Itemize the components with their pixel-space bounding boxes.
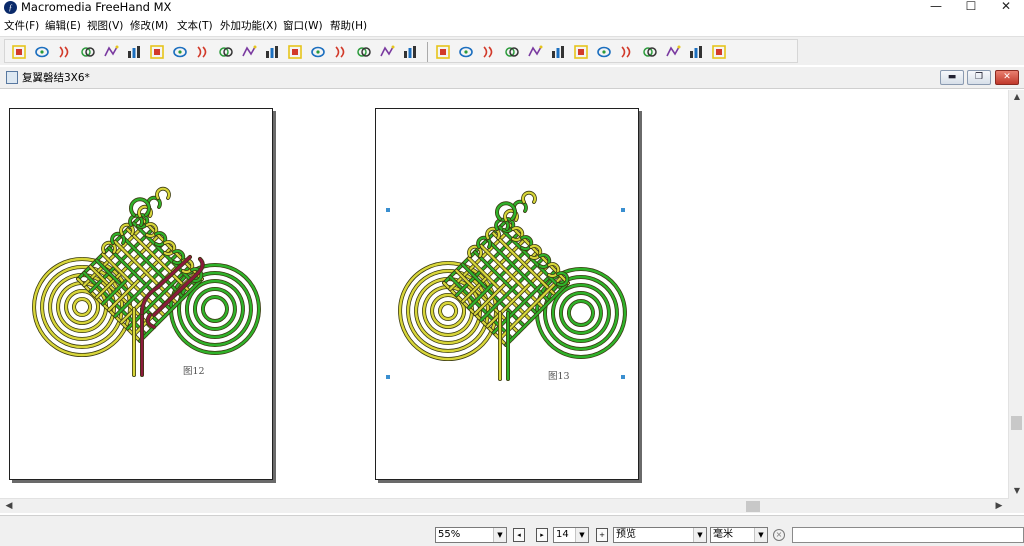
menu-view[interactable]: 视图(V) [87,20,123,32]
doc-close-button[interactable]: ✕ [995,70,1019,85]
page-fig13[interactable]: 图13 [375,108,639,480]
blend-icon[interactable] [57,44,73,60]
units-value: 毫米 [713,529,733,540]
table-icon[interactable] [356,44,372,60]
menu-bar: 文件(F) 编辑(E) 视图(V) 修改(M) 文本(T) 外加功能(X) 窗口… [0,16,1024,36]
view-mode-select[interactable]: 预览 ▼ [613,527,707,543]
square-frame-icon[interactable] [34,44,50,60]
document-title-bar: 复翼磬结3X6* ▬ ❐ ✕ [0,67,1024,89]
selection-handle-br[interactable] [621,375,625,379]
zoom-value: 55% [438,529,461,540]
vertical-scroll-thumb[interactable] [1011,416,1022,430]
menu-text[interactable]: 文本(T) [177,20,213,32]
fisheye-icon[interactable] [287,44,303,60]
scroll-right-arrow-icon[interactable]: ▶ [992,499,1006,514]
units-select[interactable]: 毫米 ▼ [710,527,768,543]
status-message-field [792,527,1024,543]
chevron-down-icon[interactable]: ▼ [754,528,767,542]
scroll-left-arrow-icon[interactable]: ◀ [2,499,16,514]
layers-icon[interactable] [642,44,658,60]
wave-icon[interactable] [333,44,349,60]
page-number-value: 14 [556,529,569,540]
reflect-icon[interactable] [264,44,280,60]
knot-artwork[interactable] [376,113,640,485]
menu-modify[interactable]: 修改(M) [130,20,168,32]
zoom-select[interactable]: 55% ▼ [435,527,507,543]
freehand-app-icon: ƒ [4,1,17,14]
scatter-icon[interactable] [688,44,704,60]
3d-rotate-icon[interactable] [711,44,727,60]
sine-icon[interactable] [402,44,418,60]
document-canvas[interactable]: 图12 图13 [0,94,1008,498]
split-icon[interactable] [218,44,234,60]
arrange-icon[interactable] [11,44,27,60]
union-icon[interactable] [103,44,119,60]
figure-label-12: 图12 [183,366,205,377]
corner-icon[interactable] [379,44,395,60]
maximize-button[interactable]: ☐ [953,0,989,14]
graph-icon[interactable] [435,44,451,60]
selection-handle-tl[interactable] [386,208,390,212]
intersect-icon[interactable] [126,44,142,60]
menu-file[interactable]: 文件(F) [4,20,39,32]
knot-artwork[interactable] [10,109,274,481]
envelope-icon[interactable] [550,44,566,60]
minimize-button[interactable]: — [918,0,954,14]
app-title-bar: ƒ Macromedia FreeHand MX — ☐ ✕ [0,0,1024,16]
doc-minimize-button[interactable]: ▬ [940,70,964,85]
toolbar-strip [4,39,798,63]
add-page-icon[interactable]: + [596,528,608,542]
document-icon [6,71,18,84]
vertical-scrollbar[interactable]: ▲ ▼ [1008,90,1024,499]
chevron-down-icon[interactable]: ▼ [493,528,506,542]
scroll-down-arrow-icon[interactable]: ▼ [1009,484,1024,498]
mirror-icon[interactable] [527,44,543,60]
transparency-icon[interactable] [195,44,211,60]
fill-icon[interactable] [573,44,589,60]
page-fig12[interactable]: 图12 [9,108,273,480]
color-swatch-icon[interactable] [310,44,326,60]
spiral-blend-icon[interactable] [241,44,257,60]
menu-help[interactable]: 帮助(H) [330,20,367,32]
ellipse-icon[interactable] [80,44,96,60]
punch-icon[interactable] [149,44,165,60]
scroll-corner [1008,499,1024,513]
eyedropper-icon[interactable] [458,44,474,60]
previous-page-icon[interactable]: ◂ [513,528,525,542]
document-title: 复翼磬结3X6* [22,72,90,84]
crop-icon[interactable] [172,44,188,60]
extrude-icon[interactable] [596,44,612,60]
close-button[interactable]: ✕ [988,0,1024,14]
horizontal-scroll-thumb[interactable] [746,501,760,512]
scroll-up-arrow-icon[interactable]: ▲ [1009,90,1024,104]
arc-icon[interactable] [481,44,497,60]
shadow-icon[interactable] [619,44,635,60]
chevron-down-icon[interactable]: ▼ [693,528,706,542]
chevron-down-icon[interactable]: ▼ [575,528,588,542]
next-page-icon[interactable]: ▸ [536,528,548,542]
toolbar-separator [427,42,428,62]
xtras-toolbar [0,36,1024,65]
spiral-icon[interactable] [504,44,520,60]
horizontal-scrollbar[interactable]: ◀ ▶ [0,498,1008,513]
funnel-icon[interactable] [665,44,681,60]
figure-label-13: 图13 [548,371,570,382]
selection-handle-tr[interactable] [621,208,625,212]
app-title: Macromedia FreeHand MX [21,0,172,14]
doc-restore-button[interactable]: ❐ [967,70,991,85]
page-number-select[interactable]: 14 ▼ [553,527,589,543]
status-bar: 55% ▼ ◂ ▸ 14 ▼ + 预览 ▼ 毫米 ▼ × [0,515,1024,546]
menu-edit[interactable]: 编辑(E) [45,20,81,32]
view-mode-value: 预览 [616,529,636,540]
stop-icon[interactable]: × [773,529,785,541]
selection-handle-bl[interactable] [386,375,390,379]
menu-window[interactable]: 窗口(W) [283,20,323,32]
menu-xtras[interactable]: 外加功能(X) [220,20,277,32]
